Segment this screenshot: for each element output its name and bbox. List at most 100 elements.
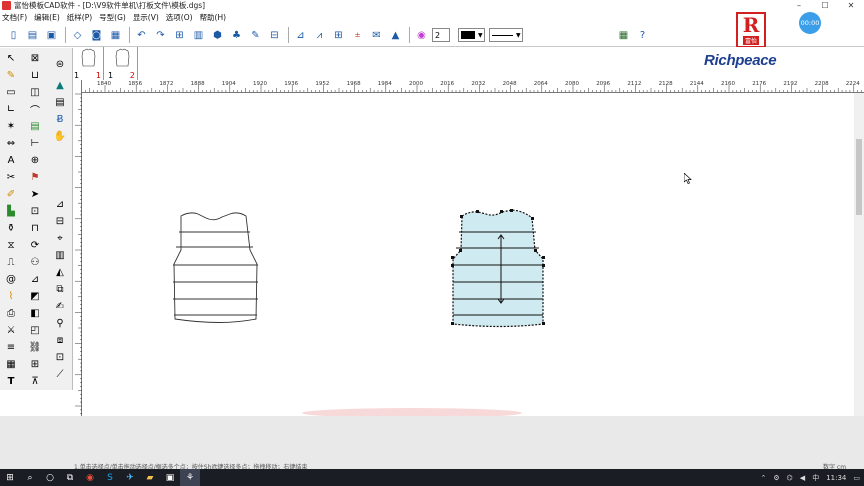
- color-select[interactable]: ▼: [458, 28, 485, 42]
- button-icon[interactable]: ⊕: [27, 153, 43, 168]
- menu-size[interactable]: 号型(G): [99, 12, 126, 23]
- select-arrow-icon[interactable]: ↖: [3, 51, 19, 66]
- digitizer-icon[interactable]: ▦: [107, 27, 124, 44]
- notification-icon[interactable]: ▭: [853, 474, 860, 482]
- compass-icon[interactable]: ⌖: [52, 231, 68, 246]
- split-icon[interactable]: ⊢: [27, 136, 43, 151]
- tray-chevron-icon[interactable]: ⌃: [761, 474, 767, 482]
- pencil-icon[interactable]: ✎: [3, 68, 19, 83]
- rotate-icon[interactable]: ⟳: [27, 238, 43, 253]
- pattern-piece-thumb[interactable]: 1 1: [73, 47, 104, 80]
- browser-icon[interactable]: ◉: [80, 469, 100, 486]
- table-icon[interactable]: ▥: [190, 27, 207, 44]
- maximize-button[interactable]: ☐: [812, 0, 838, 11]
- people-icon[interactable]: ⚇: [27, 255, 43, 270]
- cube-icon[interactable]: ◧: [27, 306, 43, 321]
- measure-icon[interactable]: ⊞: [171, 27, 188, 44]
- color-wheel-icon[interactable]: ◉: [413, 27, 430, 44]
- tag-icon[interactable]: ⊿: [27, 272, 43, 287]
- spiral-icon[interactable]: @: [3, 272, 19, 287]
- angle-icon[interactable]: ∟: [3, 102, 19, 117]
- menu-file[interactable]: 文档(F): [2, 12, 27, 23]
- ruler-tool-icon[interactable]: ⊟: [266, 27, 283, 44]
- rule-icon[interactable]: ⊡: [52, 350, 68, 365]
- bag-icon[interactable]: ◰: [27, 323, 43, 338]
- cone-icon[interactable]: ▲: [52, 78, 68, 93]
- pages-icon[interactable]: ▤: [52, 95, 68, 110]
- vertical-scrollbar[interactable]: [854, 93, 864, 416]
- minimize-button[interactable]: –: [786, 0, 812, 11]
- envelope-icon[interactable]: ✉: [368, 27, 385, 44]
- cortana-icon[interactable]: ○: [40, 469, 60, 486]
- volume-icon[interactable]: ◀: [800, 474, 805, 482]
- grading-icon[interactable]: ⊿: [292, 27, 309, 44]
- new-file-icon[interactable]: ▯: [5, 27, 22, 44]
- cutout-icon[interactable]: ⧈: [52, 333, 68, 348]
- bottle-icon[interactable]: ⚱: [3, 221, 19, 236]
- edit-icon[interactable]: ✍: [52, 299, 68, 314]
- filter-icon[interactable]: ⊼: [27, 374, 43, 389]
- hand-icon[interactable]: ✋: [52, 129, 68, 144]
- open-file-icon[interactable]: ▤: [24, 27, 41, 44]
- vest-pattern-left[interactable]: [173, 212, 258, 323]
- grading-tool-icon[interactable]: ◩: [27, 289, 43, 304]
- lines-icon[interactable]: ≡: [3, 340, 19, 355]
- redo-icon[interactable]: ↷: [152, 27, 169, 44]
- chart-icon[interactable]: ⩘: [311, 27, 328, 44]
- brush-tool-icon[interactable]: ⌇: [3, 289, 19, 304]
- flag-icon[interactable]: ⚑: [27, 170, 43, 185]
- layers-icon[interactable]: ▦: [3, 357, 19, 372]
- value-icon[interactable]: ±: [349, 27, 366, 44]
- file-explorer-icon[interactable]: ▰: [140, 469, 160, 486]
- brush-icon[interactable]: ✎: [247, 27, 264, 44]
- save-icon[interactable]: ▣: [43, 27, 60, 44]
- tray-app-icon[interactable]: ⚙: [773, 474, 779, 482]
- menu-edit[interactable]: 编辑(E): [34, 12, 60, 23]
- table-tool-icon[interactable]: ▥: [52, 248, 68, 263]
- line-width-input[interactable]: 2: [432, 28, 450, 42]
- rectangle-icon[interactable]: ▭: [3, 85, 19, 100]
- close-button[interactable]: ✕: [838, 0, 864, 11]
- menu-help[interactable]: 帮助(H): [200, 12, 227, 23]
- notch-icon[interactable]: ⊡: [27, 204, 43, 219]
- ruler-icon[interactable]: ⊟: [52, 214, 68, 229]
- app-s-icon[interactable]: S: [100, 469, 120, 486]
- undo-icon[interactable]: ↶: [133, 27, 150, 44]
- vest-pattern-right-selected[interactable]: [451, 209, 545, 328]
- cut-line-icon[interactable]: ⎍: [3, 255, 19, 270]
- measure-tool-icon[interactable]: ⊜: [52, 57, 68, 72]
- app-box-icon[interactable]: ▣: [160, 469, 180, 486]
- pattern-piece-thumb[interactable]: 1 2: [107, 47, 138, 80]
- clock[interactable]: 11:34: [826, 474, 846, 482]
- fold-icon[interactable]: ⊓: [27, 221, 43, 236]
- b-icon[interactable]: Ƀ: [52, 112, 68, 127]
- text-a-icon[interactable]: A: [3, 153, 19, 168]
- curve-icon[interactable]: ⌒: [27, 102, 43, 117]
- grid-icon[interactable]: ⊞: [330, 27, 347, 44]
- stack-icon[interactable]: ⧉: [52, 282, 68, 297]
- scissors-icon[interactable]: ✂: [3, 170, 19, 185]
- seam-icon[interactable]: ▙: [3, 204, 19, 219]
- mirror-icon[interactable]: ⧖: [3, 238, 19, 253]
- scrollbar-thumb[interactable]: [856, 139, 862, 215]
- dart-icon[interactable]: ⇔: [3, 136, 19, 151]
- spread-icon[interactable]: ⊞: [27, 357, 43, 372]
- menu-options[interactable]: 选项(O): [166, 12, 193, 23]
- menu-pattern[interactable]: 纸样(P): [67, 12, 92, 23]
- cup-icon[interactable]: ⊔: [27, 68, 43, 83]
- line-style-select[interactable]: ▼: [489, 28, 523, 42]
- eraser-icon[interactable]: ◇: [69, 27, 86, 44]
- knife-icon[interactable]: ⚔: [3, 323, 19, 338]
- print-icon[interactable]: ⎙: [3, 306, 19, 321]
- adjust-icon[interactable]: ⊠: [27, 51, 43, 66]
- picture-icon[interactable]: ▲: [387, 27, 404, 44]
- shape-icon[interactable]: ◫: [27, 85, 43, 100]
- paint-icon[interactable]: ♣: [228, 27, 245, 44]
- task-view-icon[interactable]: ⧉: [60, 469, 80, 486]
- network-icon[interactable]: ⌬: [787, 474, 793, 482]
- menu-view[interactable]: 显示(V): [133, 12, 159, 23]
- blade-icon[interactable]: ⟋: [52, 367, 68, 382]
- pen-icon[interactable]: ✐: [3, 187, 19, 202]
- search-icon[interactable]: ⌕: [20, 469, 40, 486]
- star-icon[interactable]: ✶: [3, 119, 19, 134]
